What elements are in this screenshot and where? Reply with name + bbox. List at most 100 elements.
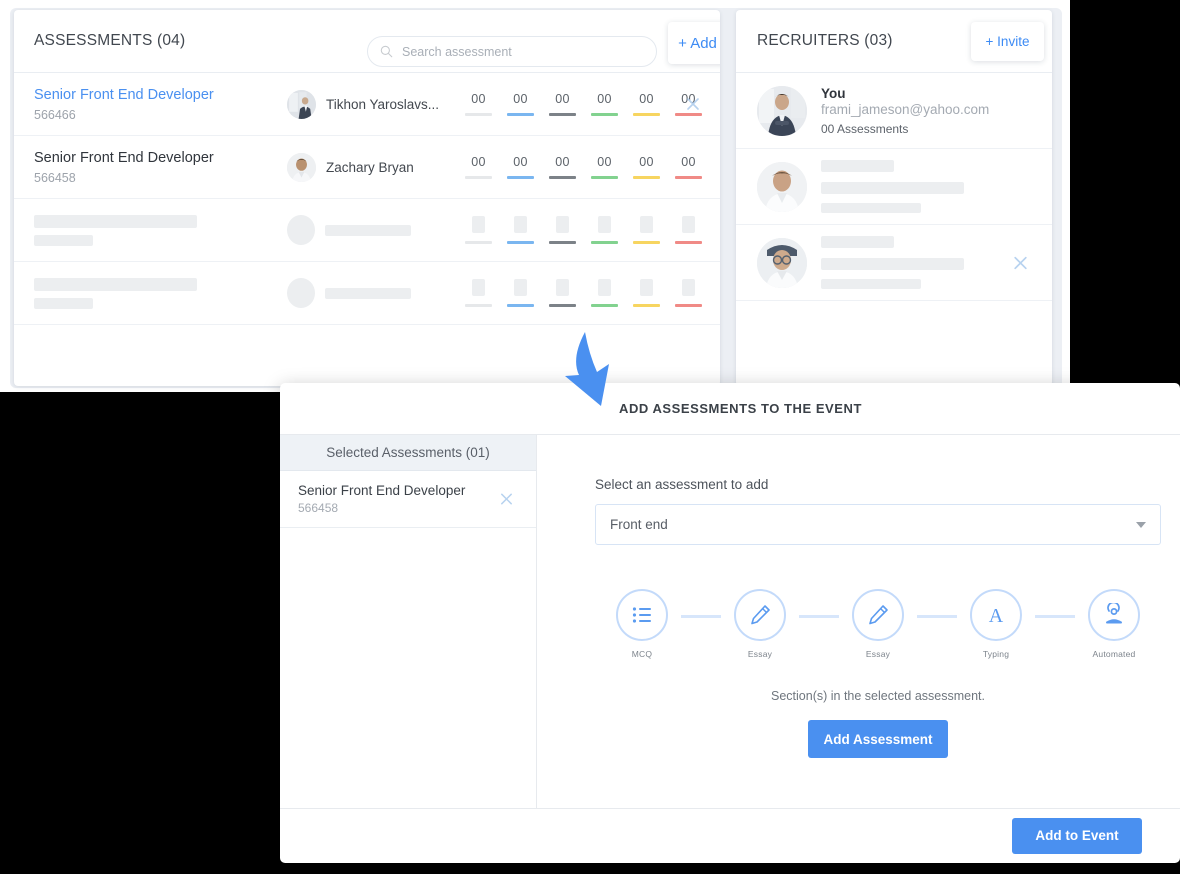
recruiter-name: You <box>821 85 846 101</box>
table-row-skeleton <box>14 262 720 325</box>
stat-bar <box>633 113 660 116</box>
section-step-typing[interactable]: A Typing <box>957 589 1035 659</box>
stat-bar <box>675 113 702 116</box>
stat-value: 00 <box>597 92 612 106</box>
section-step-essay-1[interactable]: Essay <box>721 589 799 659</box>
skeleton-bar <box>472 279 485 296</box>
section-note: Section(s) in the selected assessment. <box>771 689 985 703</box>
skeleton-bar <box>34 214 197 228</box>
skeleton-bar <box>821 160 894 172</box>
skeleton-bar <box>325 224 411 236</box>
assessments-title: ASSESSMENTS (04) <box>34 32 186 49</box>
section-step-automated[interactable]: Automated <box>1075 589 1153 659</box>
skeleton-bar <box>34 234 93 246</box>
recruiters-title: RECRUITERS (03) <box>757 32 893 49</box>
avatar <box>757 161 807 212</box>
skeleton-bar <box>556 216 569 233</box>
letter-a-icon: A <box>989 605 1004 627</box>
recruiter-assessment-count: 00 Assessments <box>821 121 909 136</box>
section-step-mcq[interactable]: MCQ <box>603 589 681 659</box>
skeleton-bar <box>821 258 964 270</box>
stat-bar <box>633 176 660 179</box>
skeleton-bar <box>821 236 894 248</box>
skeleton-bar <box>514 279 527 296</box>
assessment-stats: 00 00 00 00 00 00 <box>465 92 702 116</box>
person-icon <box>1106 603 1122 624</box>
invite-recruiter-button[interactable]: + Invite <box>971 22 1044 61</box>
stat-cell: 00 <box>633 92 660 116</box>
search-icon <box>380 45 393 58</box>
skeleton-bar <box>34 297 93 309</box>
recruiters-header: RECRUITERS (03) + Invite <box>736 10 1052 73</box>
recruiter-email: frami_jameson@yahoo.com <box>821 101 990 117</box>
remove-recruiter-icon[interactable] <box>1012 254 1029 271</box>
stat-value: 00 <box>513 155 528 169</box>
assessment-id: 566458 <box>34 170 76 185</box>
step-label: MCQ <box>631 649 653 659</box>
selected-assessment-id: 566458 <box>298 501 339 515</box>
selected-assessments-label: Selected Assessments (01) <box>326 445 490 460</box>
stat-cell: 00 <box>591 155 618 179</box>
step-circle <box>852 589 904 641</box>
add-assessments-modal: ADD ASSESSMENTS TO THE EVENT Selected As… <box>280 383 1180 863</box>
add-to-event-button[interactable]: Add to Event <box>1012 817 1142 854</box>
skeleton-bar <box>34 277 197 291</box>
avatar <box>757 85 807 136</box>
stat-cell: 00 <box>507 92 534 116</box>
skeleton-bar <box>821 182 964 194</box>
chevron-down-icon <box>1136 521 1146 528</box>
skeleton-bar <box>598 216 611 233</box>
stat-bar <box>465 113 492 116</box>
assessment-stats <box>465 279 702 307</box>
owner-name: Zachary Bryan <box>326 159 414 175</box>
avatar <box>287 152 316 182</box>
assessment-select[interactable]: Front end <box>595 504 1161 545</box>
step-label: Typing <box>982 649 1010 659</box>
search-assessment-field[interactable] <box>367 36 657 67</box>
assessment-title[interactable]: Senior Front End Developer <box>34 149 287 169</box>
step-connector <box>799 615 839 618</box>
list-item-skeleton <box>736 225 1052 301</box>
section-step-essay-2[interactable]: Essay <box>839 589 917 659</box>
assessment-owner: Zachary Bryan <box>287 152 457 182</box>
skeleton-bar <box>640 216 653 233</box>
step-label: Essay <box>865 649 891 659</box>
remove-assessment-icon[interactable] <box>685 96 701 112</box>
list-icon <box>632 607 651 623</box>
selected-assessment-text: Senior Front End Developer 566458 <box>298 483 465 515</box>
table-row-skeleton <box>14 199 720 262</box>
assessment-owner: Tikhon Yaroslavs... <box>287 89 457 119</box>
stat-value: 00 <box>639 92 654 106</box>
skeleton-bar <box>325 287 411 299</box>
list-item-skeleton <box>736 149 1052 225</box>
step-label: Automated <box>1092 649 1136 659</box>
stat-cell: 00 <box>675 155 702 179</box>
selected-assessment-title: Senior Front End Developer <box>298 483 466 498</box>
modal-body: Selected Assessments (01) Senior Front E… <box>280 435 1180 808</box>
search-input[interactable] <box>402 44 642 59</box>
stat-bar <box>591 176 618 179</box>
selected-assessment-item[interactable]: Senior Front End Developer 566458 <box>280 471 536 528</box>
table-row[interactable]: Senior Front End Developer 566466 Tikhon… <box>14 73 720 136</box>
assessment-sections-stepper: MCQ Essay Essay A Typing Automated <box>595 589 1161 659</box>
row-title-block <box>34 214 287 246</box>
add-assessment-confirm-button[interactable]: Add Assessment <box>808 720 948 758</box>
add-assessment-button[interactable]: + Add <box>668 22 720 64</box>
table-row[interactable]: Senior Front End Developer 566458 Zachar… <box>14 136 720 199</box>
step-connector <box>1035 615 1075 618</box>
assessment-title[interactable]: Senior Front End Developer <box>34 86 287 106</box>
remove-selected-assessment-icon[interactable] <box>499 492 514 507</box>
step-circle <box>734 589 786 641</box>
stat-value: 00 <box>471 92 486 106</box>
selected-assessments-sidebar: Selected Assessments (01) Senior Front E… <box>280 435 537 808</box>
stat-cell: 00 <box>633 155 660 179</box>
svg-text:A: A <box>989 605 1004 627</box>
list-item[interactable]: You frami_jameson@yahoo.com 00 Assessmen… <box>736 73 1052 149</box>
modal-header: ADD ASSESSMENTS TO THE EVENT <box>280 383 1180 435</box>
step-connector <box>681 615 721 618</box>
skeleton-bar <box>682 279 695 296</box>
skeleton-bar <box>556 279 569 296</box>
stat-bar <box>549 113 576 116</box>
assessment-owner <box>287 215 457 245</box>
skeleton-bar <box>598 279 611 296</box>
